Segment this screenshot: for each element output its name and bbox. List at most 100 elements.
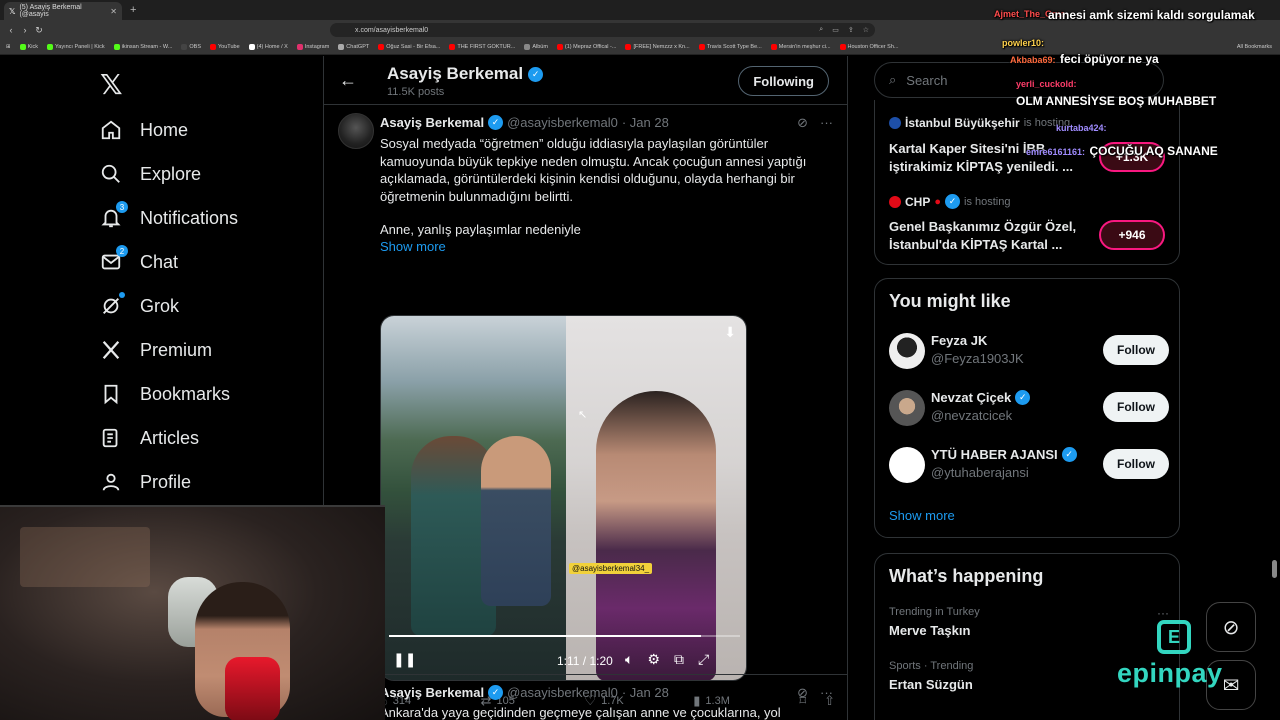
- live-title[interactable]: Genel Başkanımız Özgür Özel, İstanbul'da…: [889, 218, 1089, 254]
- nav-item-home[interactable]: Home: [100, 115, 188, 145]
- follow-button[interactable]: Follow: [1103, 449, 1169, 479]
- share-icon[interactable]: ⇪: [848, 26, 854, 34]
- avatar[interactable]: [889, 390, 925, 426]
- bookmark-item[interactable]: Mersin'in meşhur ci...: [770, 44, 831, 50]
- chat-username: Akbaba69:: [1010, 55, 1056, 65]
- bookmark-item[interactable]: THE FIRST GOKTUR...: [449, 44, 515, 50]
- chat-message: yerli_cuckold:: [1016, 74, 1077, 92]
- tweet-author-name[interactable]: Asayiş Berkemal: [380, 685, 484, 700]
- bookmark-item[interactable]: Travis Scott Type Be...: [698, 44, 762, 50]
- more-options-icon[interactable]: ···: [1157, 606, 1169, 620]
- tweet[interactable]: Asayiş Berkemal ✓ @asayisberkemal0 · Jan…: [324, 674, 847, 720]
- profile-name-text: Asayiş Berkemal: [387, 64, 524, 83]
- video-player[interactable]: ⬇ @asayisberkemal34_ ❚❚ 1:11 / 1:20 🔈︎ ⚙…: [380, 315, 747, 681]
- verified-badge-icon: ✓: [488, 685, 504, 700]
- bookmark-label: Yayıncı Paneli | Kick: [55, 44, 105, 50]
- new-tab-button[interactable]: +: [130, 4, 136, 16]
- suggested-user-name-text[interactable]: Nevzat Çiçek: [931, 390, 1011, 405]
- pip-icon[interactable]: ⧉: [674, 651, 684, 668]
- nav-item-premium[interactable]: Premium: [100, 335, 212, 365]
- video-progress-fill: [389, 635, 701, 637]
- follow-button[interactable]: Follow: [1103, 335, 1169, 365]
- nav-item-notifications[interactable]: 3 Notifications: [100, 201, 238, 233]
- bookmark-item[interactable]: Yayıncı Paneli | Kick: [47, 44, 105, 50]
- nav-item-explore[interactable]: Explore: [100, 159, 201, 189]
- avatar[interactable]: [889, 333, 925, 369]
- bookmark-item[interactable]: OBS: [181, 44, 201, 50]
- bookmark-item[interactable]: (1) Mepraz Offical -...: [556, 44, 616, 50]
- suggested-user-name-text[interactable]: YTÜ HABER AJANSI: [931, 447, 1058, 462]
- trend-name[interactable]: Ertan Süzgün: [889, 677, 973, 692]
- turkey-flag-icon: ●: [934, 195, 941, 208]
- grok-explain-icon[interactable]: ⊘: [797, 115, 808, 131]
- bookmark-favicon-icon: [378, 44, 385, 50]
- bookmark-item[interactable]: (4) Home / X: [248, 44, 288, 50]
- nav-item-chat[interactable]: 2 Chat: [100, 245, 178, 277]
- suggested-user[interactable]: Feyza JK @Feyza1903JK Follow: [889, 331, 1169, 371]
- player-controls: ❚❚ 1:11 / 1:20 🔈︎ ⚙ ⧉ ⤢: [381, 646, 746, 676]
- bookmark-item[interactable]: ChatGPT: [338, 44, 369, 50]
- back-icon[interactable]: ‹: [4, 25, 18, 35]
- tweet-handle[interactable]: @asayisberkemal0: [507, 115, 618, 130]
- url-field[interactable]: x.com/asayisberkemal0 ⌕ ▭ ⇪ ☆: [330, 23, 875, 37]
- home-icon: [100, 119, 122, 141]
- nav-item-articles[interactable]: Articles: [100, 423, 199, 453]
- bookmark-item[interactable]: Kick: [19, 44, 38, 50]
- nav-label: Profile: [140, 471, 192, 492]
- tweet[interactable]: Asayiş Berkemal ✓ @asayisberkemal0 · Jan…: [324, 104, 847, 709]
- apps-icon[interactable]: ⊞: [6, 44, 11, 50]
- live-count: +946: [1118, 228, 1146, 242]
- nav-label: Grok: [140, 295, 180, 316]
- show-more-link[interactable]: Show more: [889, 508, 955, 523]
- bookmark-item[interactable]: YouTube: [210, 44, 240, 50]
- avatar[interactable]: [889, 447, 925, 483]
- bookmark-item[interactable]: Oğuz Sasi - Bir Efsa...: [378, 44, 440, 50]
- pause-icon[interactable]: ❚❚: [393, 651, 416, 668]
- suggested-user-name-text[interactable]: Feyza JK: [931, 333, 987, 348]
- nav-label: Articles: [140, 427, 200, 448]
- nav-item-grok[interactable]: Grok: [100, 291, 179, 321]
- bookmark-star-icon[interactable]: ☆: [863, 26, 869, 34]
- tweet-date[interactable]: · Jan 28: [622, 685, 669, 700]
- bookmark-favicon-icon: [524, 44, 531, 50]
- page-scrollbar[interactable]: [1272, 560, 1277, 578]
- reload-icon[interactable]: ↻: [32, 25, 46, 36]
- video-progress-bar[interactable]: [389, 635, 740, 637]
- chat-message: annesi amk sizemi kaldı sorgulamak: [1048, 6, 1255, 24]
- following-button[interactable]: Following: [738, 66, 829, 96]
- new-dot-badge: [119, 292, 125, 298]
- settings-icon[interactable]: ⚙: [647, 651, 660, 668]
- browser-tab[interactable]: 𝕏 (5) Asayiş Berkemal (@asayis ✕: [4, 2, 122, 20]
- live-listeners-button[interactable]: +946: [1099, 220, 1165, 250]
- bookmark-item[interactable]: Houston Officer Sh...: [839, 44, 898, 50]
- bookmark-item[interactable]: ikinsan Stream - W...: [113, 44, 172, 50]
- show-more-link[interactable]: Show more: [380, 239, 446, 254]
- suggested-user[interactable]: YTÜ HABER AJANSI ✓ @ytuhaberajansi Follow: [889, 445, 1169, 485]
- forward-icon[interactable]: ›: [18, 25, 32, 35]
- bookmark-item[interactable]: Instagram: [296, 44, 329, 50]
- suggested-user[interactable]: Nevzat Çiçek ✓ @nevzatcicek Follow: [889, 388, 1169, 428]
- tweet-handle[interactable]: @asayisberkemal0: [507, 685, 618, 700]
- x-logo-icon[interactable]: 𝕏: [100, 68, 123, 101]
- follow-button[interactable]: Follow: [1103, 392, 1169, 422]
- more-options-icon[interactable]: ···: [820, 685, 833, 701]
- nav-item-profile[interactable]: Profile: [100, 467, 191, 497]
- grok-explain-icon[interactable]: ⊘: [797, 685, 808, 701]
- chat-username: emre6161161:: [1026, 147, 1086, 157]
- live-host-name[interactable]: CHP: [905, 195, 930, 209]
- download-icon[interactable]: ⬇: [724, 324, 736, 341]
- back-arrow-icon[interactable]: ←: [339, 70, 357, 91]
- volume-icon[interactable]: 🔈︎: [625, 651, 633, 668]
- cast-icon[interactable]: ▭: [832, 26, 839, 34]
- nav-item-bookmarks[interactable]: Bookmarks: [100, 379, 230, 409]
- zoom-icon[interactable]: ⌕: [819, 26, 823, 34]
- fullscreen-icon[interactable]: ⤢: [698, 651, 709, 668]
- close-tab-icon[interactable]: ✕: [110, 7, 117, 16]
- tweet-author-name[interactable]: Asayiş Berkemal: [380, 115, 484, 130]
- bookmark-item[interactable]: Albüm: [524, 44, 548, 50]
- more-options-icon[interactable]: ···: [820, 115, 833, 131]
- trend-name[interactable]: Merve Taşkın: [889, 623, 970, 638]
- tweet-date[interactable]: · Jan 28: [622, 115, 669, 130]
- bookmark-item[interactable]: [FREE] Nemzzz x Kn...: [625, 44, 690, 50]
- avatar[interactable]: [338, 113, 374, 149]
